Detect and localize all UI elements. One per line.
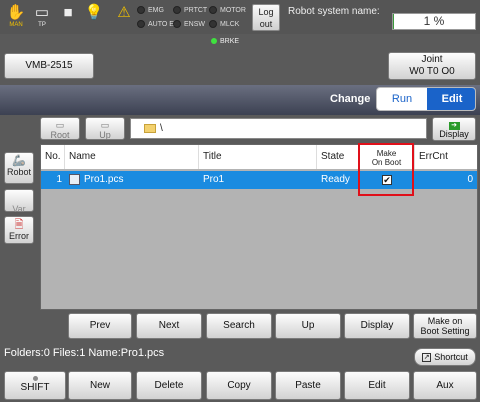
shortcut-button[interactable]: ↗ Shortcut: [414, 348, 476, 366]
make-setting-line1: Make on: [427, 316, 463, 326]
up-button[interactable]: Up: [275, 313, 341, 339]
col-state-header[interactable]: State: [317, 145, 359, 169]
led-mlck: MLCK: [209, 20, 239, 28]
search-button[interactable]: Search: [206, 313, 272, 339]
led-motor: MOTOR: [209, 6, 246, 14]
display-label: Display: [439, 129, 469, 139]
row-no: 1: [56, 174, 62, 185]
display-toggle-button[interactable]: ➜ Display: [432, 117, 476, 141]
col-no-header[interactable]: No.: [41, 145, 65, 169]
joint-value: W0 T0 O0: [409, 66, 455, 77]
col-name-header[interactable]: Name: [65, 145, 199, 169]
shift-label: SHIFT: [20, 382, 50, 393]
row-errcnt: 0: [467, 174, 473, 185]
shift-indicator: [32, 376, 38, 381]
mode-edit-option[interactable]: Edit: [427, 88, 475, 110]
next-button[interactable]: Next: [136, 313, 202, 339]
sidebar-error-label: Error: [9, 231, 29, 241]
system-name-label: Robot system name:: [288, 6, 380, 17]
joint-label: Joint: [421, 54, 443, 65]
lightbulb-icon[interactable]: 💡: [81, 3, 107, 31]
logout-button[interactable]: Log out: [252, 4, 280, 31]
hand-icon[interactable]: ✋ MAN: [3, 3, 29, 31]
change-label: Change: [330, 93, 371, 105]
row-state: Ready: [321, 174, 350, 185]
sidebar-robot-label: Robot: [6, 167, 32, 177]
col-title-header[interactable]: Title: [199, 145, 317, 169]
path-field[interactable]: \: [130, 118, 427, 139]
delete-button[interactable]: Delete: [136, 371, 202, 400]
aux-button[interactable]: Aux: [413, 371, 477, 400]
tp-label: TP: [38, 22, 46, 28]
up-label: Up: [99, 130, 111, 140]
make-on-boot-setting-button[interactable]: Make on Boot Setting: [413, 313, 477, 339]
mode-label: MAN: [9, 22, 23, 28]
sidebar-error-button[interactable]: 🗎 Error: [4, 216, 34, 244]
paste-button[interactable]: Paste: [275, 371, 341, 400]
shift-button[interactable]: SHIFT: [4, 371, 66, 400]
mode-toggle[interactable]: Run Edit: [376, 87, 476, 111]
up-folder-button[interactable]: ▭ Up: [85, 117, 125, 140]
robot-arm-icon: 🦾: [12, 155, 26, 167]
path-text: \: [160, 123, 163, 134]
progress-text: 1 %: [423, 14, 445, 28]
root-button[interactable]: ▭ Root: [40, 117, 80, 140]
col-errcnt-header[interactable]: ErrCnt: [415, 145, 477, 169]
status-text: Folders:0 Files:1 Name:Pro1.pcs: [4, 347, 165, 359]
progress-fill: [393, 14, 394, 29]
sidebar-var-button[interactable]: Var: [4, 189, 34, 214]
shortcut-label: Shortcut: [434, 352, 468, 362]
new-button[interactable]: New: [68, 371, 132, 400]
error-doc-icon: 🗎: [14, 219, 24, 231]
teach-pendant-icon[interactable]: ▭ TP: [29, 3, 55, 31]
row-title: Pro1: [203, 174, 225, 185]
mode-run-option[interactable]: Run: [377, 88, 427, 110]
stop-icon[interactable]: ■: [55, 3, 81, 31]
progress-bar: 1 %: [392, 13, 476, 30]
file-icon: [69, 173, 80, 185]
prev-button[interactable]: Prev: [68, 313, 132, 339]
root-label: Root: [50, 130, 70, 140]
brake-indicator: BRKE: [211, 38, 239, 45]
up-folder-icon: ▭: [100, 120, 110, 130]
led-emg: EMG: [137, 6, 164, 14]
row-name: Pro1.pcs: [65, 171, 199, 189]
highlight-box: [358, 143, 414, 196]
sidebar-robot-button[interactable]: 🦾 Robot: [4, 152, 34, 184]
joint-button[interactable]: Joint W0 T0 O0: [388, 52, 476, 80]
sidebar-var-label: Var: [12, 204, 26, 214]
display-button[interactable]: Display: [344, 313, 410, 339]
copy-button[interactable]: Copy: [206, 371, 272, 400]
row-name-text: Pro1.pcs: [84, 174, 124, 185]
led-ensw: ENSW: [173, 20, 205, 28]
led-prtct: PRTCT: [173, 6, 207, 14]
make-setting-line2: Boot Setting: [420, 326, 470, 336]
warning-icon[interactable]: ⚠: [111, 3, 137, 31]
edit-button[interactable]: Edit: [344, 371, 410, 400]
root-folder-icon: ▭: [55, 120, 65, 130]
folder-icon: [144, 123, 156, 133]
shortcut-icon: ↗: [422, 353, 432, 363]
robot-model-button[interactable]: VMB-2515: [4, 53, 94, 79]
var-icon: [5, 192, 33, 204]
